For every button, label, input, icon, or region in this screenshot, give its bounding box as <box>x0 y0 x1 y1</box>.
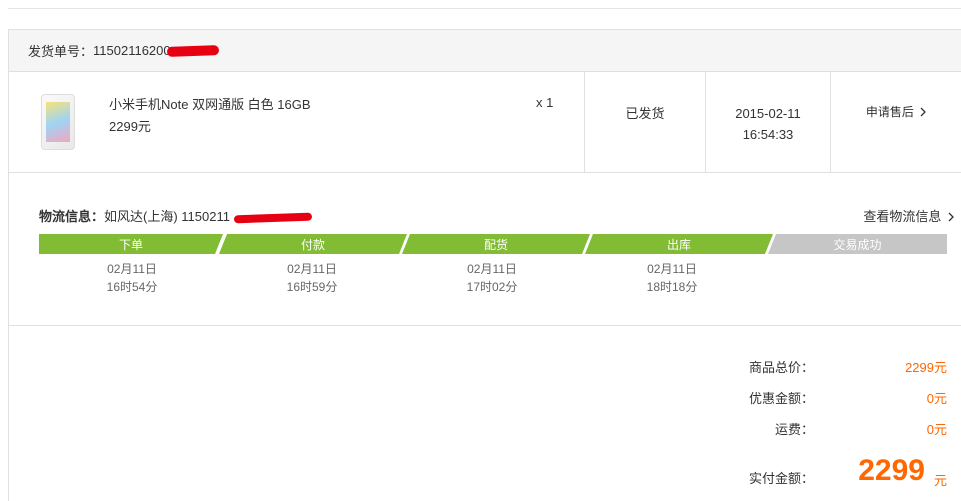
step-label: 出库 <box>666 237 691 252</box>
logistics-info: 物流信息：如风达(上海) 1150211 <box>39 206 312 225</box>
step-time: 18时18分 <box>646 280 698 294</box>
discount-label: 优惠金额： <box>748 391 814 406</box>
step-date: 02月11日 <box>647 262 697 276</box>
chevron-right-icon <box>920 107 927 117</box>
logistics-label: 物流信息： <box>39 209 105 224</box>
shipping-status-text: 已发货 <box>625 105 665 121</box>
goods-total-value: 2299元 <box>905 360 947 375</box>
shipment-number-bar: 发货单号： 11502116200 <box>9 30 961 72</box>
after-sale-button[interactable]: 申请售后 <box>831 103 961 120</box>
order-item-row: 小米手机Note 双网通版 白色 16GB 2299元 x 1 已发货 2015… <box>9 72 961 173</box>
top-divider <box>8 8 961 9</box>
step-label: 配货 <box>483 237 508 252</box>
step-complete: 交易成功 <box>768 234 947 254</box>
step-label: 交易成功 <box>833 237 882 252</box>
step-time-payment: 02月11日 16时59分 <box>252 260 372 296</box>
step-time-picking: 02月11日 17时02分 <box>432 260 552 296</box>
paid-amount-unit: 元 <box>933 473 947 488</box>
logistics-carrier: 如风达(上海) 1150211 <box>104 209 230 224</box>
shipping-status: 已发货 <box>585 72 705 152</box>
step-time-order: 02月11日 16时54分 <box>72 260 192 296</box>
order-datetime: 2015-02-11 16:54:33 <box>706 103 830 145</box>
order-time: 16:54:33 <box>742 127 794 142</box>
shipping-fee-label: 运费： <box>774 422 814 437</box>
shipment-number-value: 11502116200 <box>93 43 171 58</box>
step-outbound: 出库 <box>585 234 773 254</box>
order-date: 2015-02-11 <box>735 106 801 121</box>
progress-steps: 下单 付款 配货 出库 交易成功 <box>39 234 947 254</box>
redaction-mark <box>233 212 312 223</box>
view-logistics-link[interactable]: 查看物流信息 <box>863 206 955 225</box>
step-payment: 付款 <box>219 234 407 254</box>
phone-screen <box>46 102 70 142</box>
product-price: 2299元 <box>109 119 151 134</box>
step-time: 16时54分 <box>106 280 158 294</box>
view-logistics-label: 查看物流信息 <box>863 209 942 224</box>
product-name[interactable]: 小米手机Note 双网通版 白色 16GB <box>109 94 311 113</box>
chevron-right-icon <box>948 212 954 222</box>
after-sale-label: 申请售后 <box>865 105 914 119</box>
paid-amount-value: 2299 <box>858 454 925 487</box>
shipping-fee-value: 0元 <box>926 422 947 437</box>
discount-value: 0元 <box>926 391 947 406</box>
step-time: 17时02分 <box>466 280 518 294</box>
step-label: 下单 <box>118 237 143 252</box>
step-time-outbound: 02月11日 18时18分 <box>612 260 732 296</box>
step-date: 02月11日 <box>467 262 517 276</box>
step-label: 付款 <box>300 237 325 252</box>
step-picking: 配货 <box>402 234 590 254</box>
section-divider <box>9 325 961 326</box>
paid-amount-label: 实付金额： <box>748 471 814 486</box>
product-quantity: x 1 <box>536 95 554 110</box>
step-time: 16时59分 <box>286 280 338 294</box>
order-panel: 发货单号： 11502116200 小米手机Note 双网通版 白色 16GB … <box>8 29 961 501</box>
shipment-number-label: 发货单号： <box>28 44 94 59</box>
goods-total-label: 商品总价： <box>748 360 814 375</box>
column-divider <box>830 72 831 173</box>
step-order: 下单 <box>39 234 223 254</box>
step-date: 02月11日 <box>107 262 157 276</box>
step-date: 02月11日 <box>287 262 337 276</box>
product-thumbnail[interactable] <box>41 94 75 150</box>
redaction-mark <box>166 44 219 57</box>
